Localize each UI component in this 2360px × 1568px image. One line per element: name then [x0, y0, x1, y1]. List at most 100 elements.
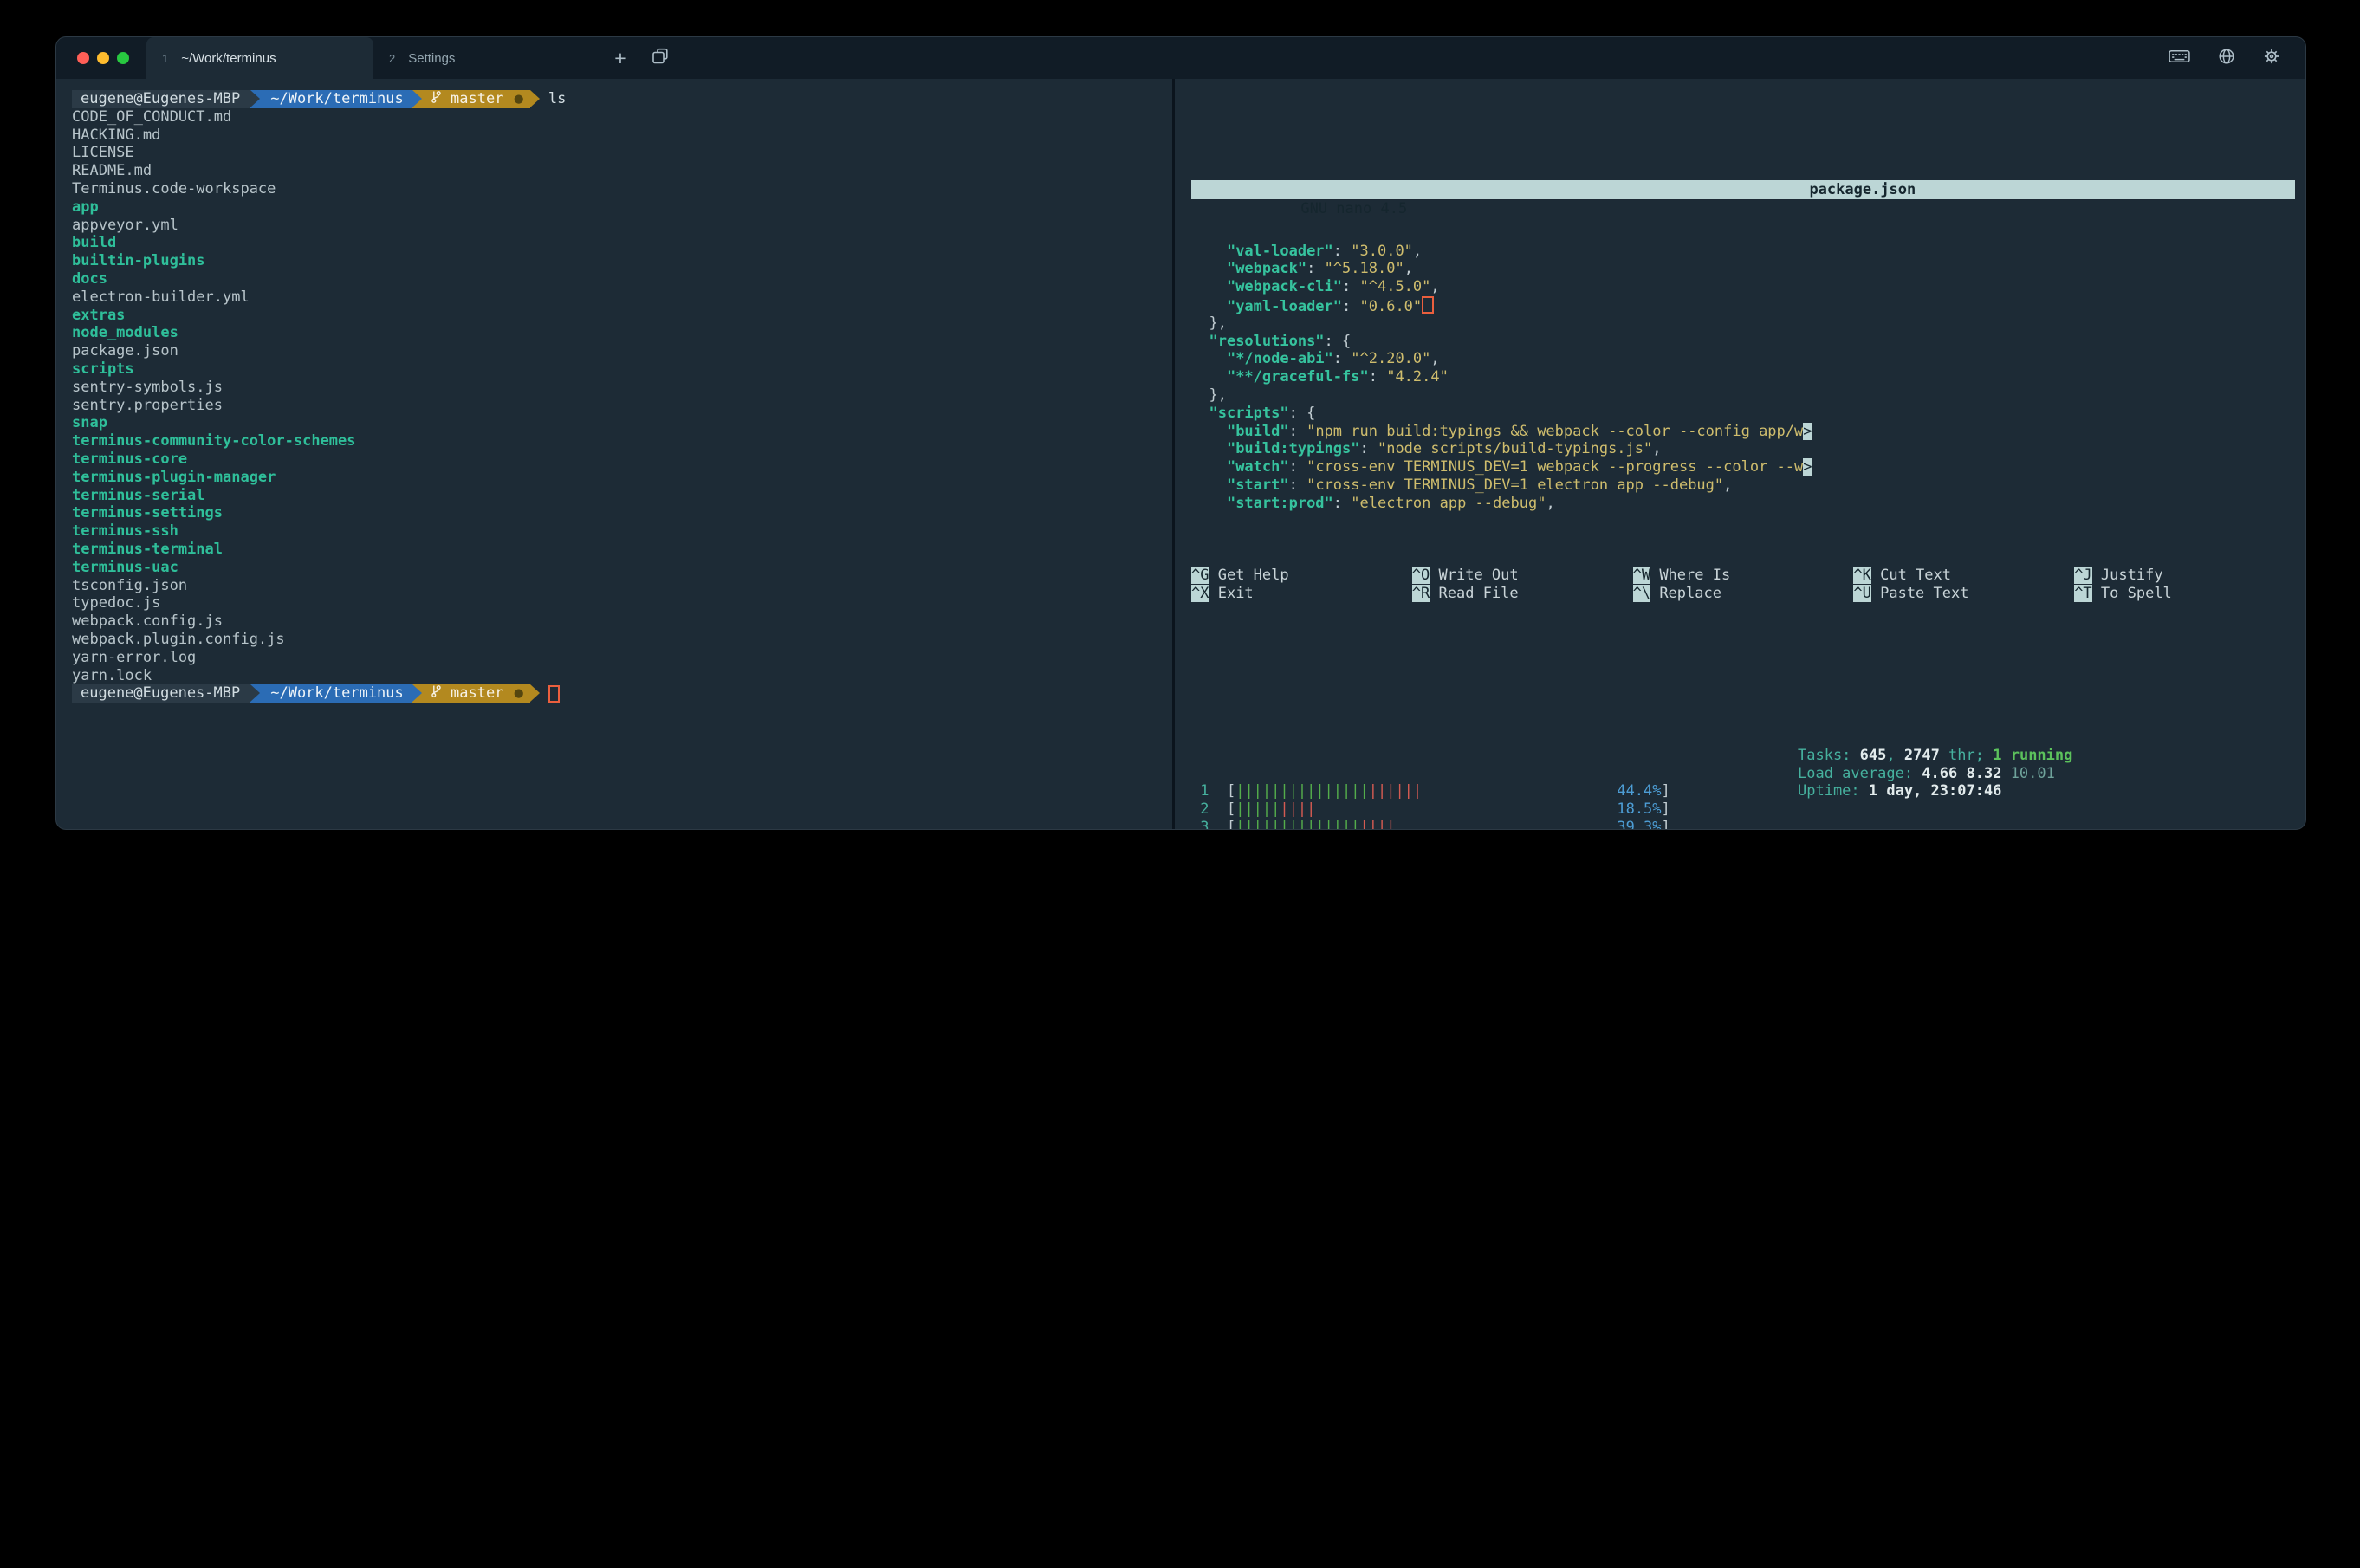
- terminal-cursor: [548, 685, 560, 703]
- tab-work-terminus[interactable]: 1 ~/Work/terminus: [146, 37, 373, 79]
- gear-icon: [2262, 47, 2281, 70]
- minimize-button[interactable]: [97, 52, 109, 64]
- nano-shortcut: ^T To Spell: [2074, 585, 2295, 603]
- right-pane[interactable]: GNU nano 4.5 package.json "val-loader": …: [1191, 79, 2295, 829]
- prompt-git-segment: master ●: [422, 90, 530, 108]
- nano-shortcut: ^\ Replace: [1633, 585, 1854, 603]
- titlebar-actions: [2168, 37, 2305, 79]
- nano-line: "*/node-abi": "^2.20.0",: [1191, 350, 2295, 368]
- file-item: sentry.properties: [72, 397, 1188, 415]
- titlebar[interactable]: 1 ~/Work/terminus 2 Settings +: [56, 37, 2305, 79]
- file-item: package.json: [72, 342, 1188, 360]
- file-item: typedoc.js: [72, 594, 1188, 612]
- split-button[interactable]: [640, 37, 680, 79]
- git-branch-icon: [431, 90, 442, 109]
- nano-titlebar: GNU nano 4.5 package.json: [1191, 180, 2295, 199]
- nano-shortcut: ^J Justify: [2074, 567, 2295, 585]
- split-icon: [651, 47, 670, 70]
- powerline-arrow: [412, 90, 422, 108]
- nano-filename: package.json: [1809, 180, 1916, 199]
- file-list: CODE_OF_CONDUCT.mdHACKING.mdLICENSEREADM…: [72, 108, 1188, 685]
- nano-line: "webpack": "^5.18.0",: [1191, 260, 2295, 278]
- nano-line: "scripts": {: [1191, 405, 2295, 423]
- nano-line: },: [1191, 386, 2295, 405]
- keyboard-shortcuts-button[interactable]: [2168, 47, 2191, 70]
- prompt-host: eugene@Eugenes-MBP: [72, 90, 250, 108]
- nano-line: "resolutions": {: [1191, 333, 2295, 351]
- file-item: yarn-error.log: [72, 649, 1188, 667]
- nano-line: "start:prod": "electron app --debug",: [1191, 495, 2295, 513]
- file-item: webpack.config.js: [72, 612, 1188, 631]
- file-item: appveyor.yml: [72, 217, 1188, 235]
- globe-icon: [2217, 47, 2236, 70]
- htop-stats: Tasks: 645, 2747 thr; 1 runningLoad aver…: [1798, 747, 2072, 800]
- cpu-meter: 2 [||||||||| 18.5%]: [1191, 800, 2295, 819]
- dir-item: terminus-settings: [72, 504, 1188, 522]
- nano-shortcut: ^G Get Help: [1191, 567, 1412, 585]
- tab-title: ~/Work/terminus: [181, 51, 276, 66]
- prompt-git-segment: master ●: [422, 684, 530, 703]
- powerline-arrow: [530, 684, 540, 703]
- dir-item: app: [72, 198, 1188, 217]
- typed-command: ls: [540, 90, 566, 108]
- tab-title: Settings: [408, 51, 455, 66]
- nano-line: "build": "npm run build:typings && webpa…: [1191, 423, 2295, 441]
- prompt-path: ~/Work/terminus: [260, 90, 412, 108]
- nano-line: "yaml-loader": "0.6.0": [1191, 296, 2295, 314]
- dir-item: extras: [72, 307, 1188, 325]
- stats-line: Uptime: 1 day, 23:07:46: [1798, 782, 2072, 800]
- app-window: 1 ~/Work/terminus 2 Settings +: [55, 36, 2306, 830]
- pane-divider[interactable]: [1172, 79, 1175, 829]
- nano-menu: ^G Get Help^O Write Out^W Where Is^K Cut…: [1191, 567, 2295, 603]
- stats-line: Load average: 4.66 8.32 10.01: [1798, 765, 2072, 783]
- zoom-button[interactable]: [117, 52, 129, 64]
- git-dirty-dot: ●: [515, 684, 523, 703]
- terminal-pane[interactable]: eugene@Eugenes-MBP ~/Work/terminus master…: [56, 79, 1188, 829]
- nano-line: "build:typings": "node scripts/build-typ…: [1191, 440, 2295, 458]
- nano-shortcut: ^X Exit: [1191, 585, 1412, 603]
- file-item: electron-builder.yml: [72, 288, 1188, 307]
- powerline-arrow: [250, 90, 260, 108]
- dir-item: terminus-serial: [72, 487, 1188, 505]
- powerline-arrow: [250, 684, 260, 703]
- git-branch-name: master: [442, 684, 513, 703]
- prompt-line-1: eugene@Eugenes-MBP ~/Work/terminus master…: [72, 90, 1188, 108]
- file-item: LICENSE: [72, 144, 1188, 162]
- nano-line: "**/graceful-fs": "4.2.4": [1191, 368, 2295, 386]
- globe-button[interactable]: [2217, 47, 2236, 70]
- dir-item: terminus-ssh: [72, 522, 1188, 541]
- nano-shortcut: ^R Read File: [1412, 585, 1633, 603]
- tab-settings[interactable]: 2 Settings: [373, 37, 600, 79]
- nano-version: GNU nano 4.5: [1280, 200, 1407, 217]
- nano-body: "val-loader": "3.0.0", "webpack": "^5.18…: [1191, 243, 2295, 513]
- file-item: webpack.plugin.config.js: [72, 631, 1188, 649]
- cpu-meter: 1 [||||||||||||||||||||| 44.4%]: [1191, 782, 2295, 800]
- nano-line: "start": "cross-env TERMINUS_DEV=1 elect…: [1191, 476, 2295, 495]
- cpu-meter: 3 [|||||||||||||||||| 39.3%]: [1191, 819, 2295, 830]
- close-button[interactable]: [77, 52, 89, 64]
- file-item: HACKING.md: [72, 126, 1188, 145]
- nano-cursor: [1422, 296, 1434, 314]
- nano-pane: GNU nano 4.5 package.json "val-loader": …: [1191, 133, 2295, 638]
- htop-pane: 1 [||||||||||||||||||||| 44.4%] 2 [|||||…: [1191, 747, 2295, 830]
- window-content: eugene@Eugenes-MBP ~/Work/terminus master…: [56, 79, 2305, 829]
- tab-index: 2: [389, 52, 395, 65]
- prompt-line-2: eugene@Eugenes-MBP ~/Work/terminus master…: [72, 684, 1188, 703]
- traffic-lights: [56, 37, 146, 79]
- settings-button[interactable]: [2262, 47, 2281, 70]
- meters: 1 [||||||||||||||||||||| 44.4%] 2 [|||||…: [1191, 782, 2295, 830]
- dir-item: terminus-plugin-manager: [72, 469, 1188, 487]
- nano-line: "val-loader": "3.0.0",: [1191, 243, 2295, 261]
- prompt-path: ~/Work/terminus: [260, 684, 412, 703]
- dir-item: docs: [72, 270, 1188, 288]
- dir-item: terminus-terminal: [72, 541, 1188, 559]
- nano-line: },: [1191, 314, 2295, 333]
- git-branch-name: master: [442, 90, 513, 108]
- new-tab-button[interactable]: +: [600, 37, 640, 79]
- dir-item: build: [72, 234, 1188, 252]
- prompt-host: eugene@Eugenes-MBP: [72, 684, 250, 703]
- file-item: yarn.lock: [72, 667, 1188, 685]
- file-item: sentry-symbols.js: [72, 379, 1188, 397]
- dir-item: builtin-plugins: [72, 252, 1188, 270]
- git-branch-icon: [431, 684, 442, 703]
